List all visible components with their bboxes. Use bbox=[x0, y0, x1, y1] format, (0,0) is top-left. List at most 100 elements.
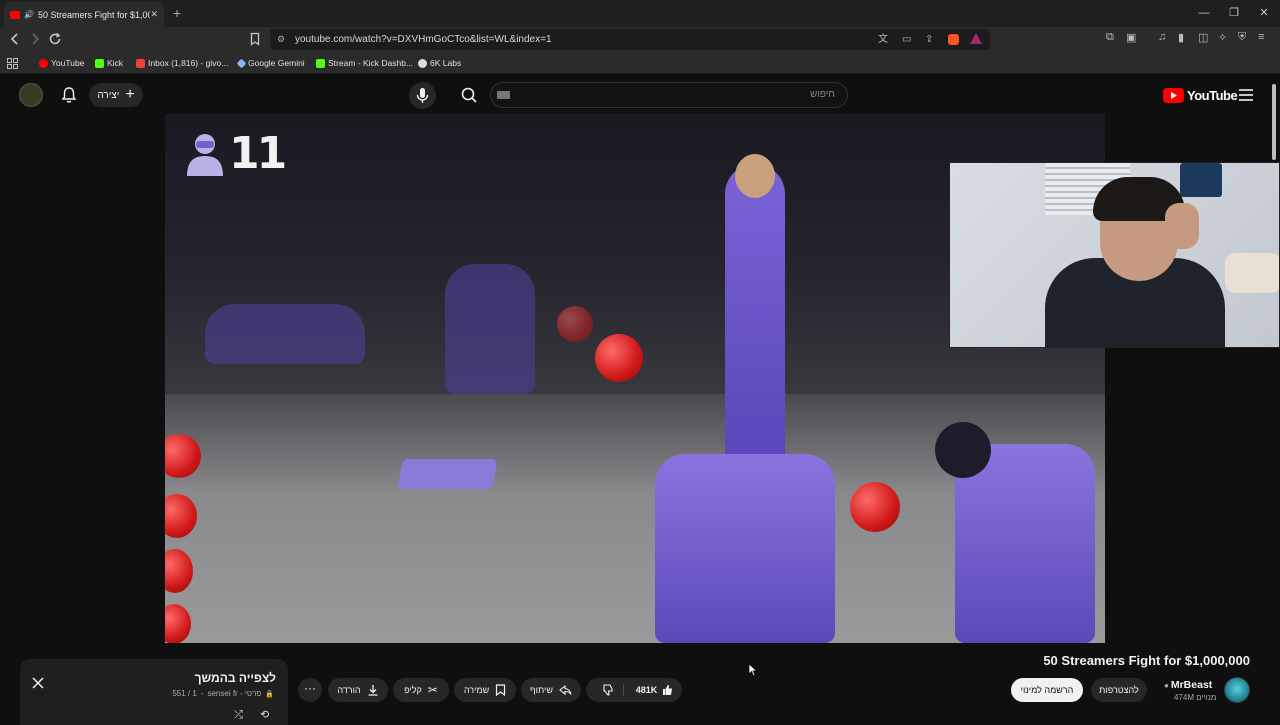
channel-name[interactable]: ● MrBeast bbox=[1164, 679, 1212, 691]
new-tab-button[interactable]: + bbox=[170, 4, 184, 22]
shuffle-icon[interactable]: ⤮ bbox=[234, 709, 248, 721]
minimize-button[interactable]: — bbox=[1194, 4, 1214, 22]
dodgeball bbox=[595, 334, 643, 382]
extensions-icon[interactable]: ⧉ bbox=[1106, 31, 1122, 47]
ai-assistant-icon[interactable]: ✧ bbox=[1218, 31, 1234, 47]
reload-icon[interactable] bbox=[47, 31, 63, 47]
bookmark-label: YouTube bbox=[51, 58, 85, 68]
translate-icon[interactable]: 文 bbox=[878, 29, 888, 50]
video-figure bbox=[205, 304, 365, 364]
kick-icon bbox=[316, 58, 325, 68]
brave-rewards-icon[interactable] bbox=[970, 33, 982, 44]
like-count: 481K bbox=[635, 685, 658, 695]
media-icon[interactable]: ♫ bbox=[1158, 31, 1174, 47]
bookmark-label: 6K Labs bbox=[430, 58, 462, 68]
channel-name-text: MrBeast bbox=[1170, 679, 1213, 691]
join-button[interactable]: להצטרפות bbox=[1091, 678, 1147, 702]
playlist-owner: sensei fr - פרטי bbox=[207, 689, 262, 698]
tab-close-icon[interactable]: ✕ bbox=[150, 9, 158, 20]
video-title: 50 Streamers Fight for $1,000,000 bbox=[1043, 653, 1250, 668]
webcam-poster bbox=[1180, 163, 1222, 197]
mouse-cursor-icon bbox=[748, 663, 758, 677]
video-info-area: לצפייה בהמשך 551 / 1 - sensei fr - פרטי … bbox=[0, 643, 1280, 725]
channel-avatar[interactable] bbox=[1224, 677, 1250, 703]
webcam-pillows bbox=[1225, 253, 1279, 293]
maximize-button[interactable]: ❐ bbox=[1224, 4, 1244, 22]
page-scrollbar[interactable] bbox=[1272, 84, 1276, 160]
download-button[interactable]: הורדה bbox=[328, 678, 388, 702]
playlist-title[interactable]: לצפייה בהמשך bbox=[195, 671, 276, 685]
like-button[interactable]: 481K bbox=[630, 684, 675, 696]
audio-playing-icon[interactable]: 🔊 bbox=[24, 10, 34, 19]
subscriber-count: 474M מנויים bbox=[1174, 693, 1217, 702]
dodgeball bbox=[557, 306, 593, 342]
bookmark-label: Kick bbox=[107, 58, 124, 68]
url-text: youtube.com/watch?v=DXVHmGoCTco&list=WL&… bbox=[295, 34, 552, 45]
brave-shield-icon[interactable] bbox=[948, 34, 959, 45]
bookmark-youtube[interactable]: YouTube bbox=[39, 56, 84, 70]
download-label: הורדה bbox=[337, 685, 361, 695]
verified-badge-icon: ● bbox=[1164, 681, 1169, 690]
voice-search-mic-icon[interactable] bbox=[409, 82, 436, 109]
youtube-favicon-icon bbox=[10, 10, 20, 19]
6k-labs-icon bbox=[418, 58, 427, 68]
search-icon[interactable] bbox=[452, 82, 486, 108]
clip-button[interactable]: קליפ ✂ bbox=[393, 678, 449, 702]
bookmark-label: Inbox (1,816) - givo... bbox=[148, 58, 229, 68]
account-avatar[interactable] bbox=[19, 83, 43, 107]
share-icon bbox=[559, 684, 572, 696]
wallet-icon[interactable]: ▣ bbox=[1126, 31, 1142, 47]
bookmark-label: Stream - Kick Dashb... bbox=[328, 58, 414, 68]
close-icon[interactable] bbox=[32, 677, 44, 689]
playlist-meta: 551 / 1 - sensei fr - פרטי 🔒 bbox=[172, 689, 274, 698]
share-page-icon[interactable]: ⇪ bbox=[925, 29, 933, 50]
browser-menu-icon[interactable]: ≡ bbox=[1258, 31, 1274, 47]
search-input[interactable]: חיפוש bbox=[490, 82, 848, 108]
bookmark-gmail[interactable]: Inbox (1,816) - givo... bbox=[136, 56, 228, 70]
share-button[interactable]: שיתוף bbox=[521, 678, 581, 702]
youtube-logo-text: YouTube bbox=[1187, 87, 1238, 103]
share-label: שיתוף bbox=[530, 685, 553, 695]
site-settings-icon[interactable]: ⚙ bbox=[277, 29, 285, 50]
subscribe-button[interactable]: הרשמה למינוי bbox=[1011, 678, 1083, 702]
close-window-button[interactable]: ✕ bbox=[1254, 4, 1274, 22]
kick-icon bbox=[95, 58, 104, 68]
forward-icon[interactable] bbox=[27, 31, 43, 47]
crypto-wallet-icon[interactable]: ◫ bbox=[1198, 31, 1214, 47]
dodgeball bbox=[850, 482, 900, 532]
notifications-bell-icon[interactable] bbox=[60, 86, 78, 104]
playlist-panel[interactable]: לצפייה בהמשך 551 / 1 - sensei fr - פרטי … bbox=[20, 659, 288, 725]
bookmark-gemini[interactable]: Google Gemini bbox=[236, 56, 305, 70]
apps-grid-icon[interactable] bbox=[7, 56, 18, 70]
more-actions-button[interactable]: ··· bbox=[298, 678, 322, 702]
gemini-icon bbox=[236, 58, 247, 68]
bookmark-kick-dashboard[interactable]: Stream - Kick Dashb... bbox=[316, 56, 413, 70]
gmail-icon bbox=[136, 58, 145, 68]
sidebar-icon[interactable]: ▮ bbox=[1178, 31, 1194, 47]
bookmark-6k-labs[interactable]: 6K Labs bbox=[418, 56, 461, 70]
video-floor-clothes bbox=[397, 459, 498, 489]
dislike-button[interactable] bbox=[594, 684, 624, 696]
bookmark-kick[interactable]: Kick bbox=[95, 56, 123, 70]
vpn-shield-icon[interactable]: ⛨ bbox=[1238, 31, 1254, 47]
join-label: להצטרפות bbox=[1099, 685, 1139, 695]
browser-tab[interactable]: 🔊 50 Streamers Fight for $1,000... ✕ bbox=[4, 2, 164, 27]
players-remaining-counter: 11 bbox=[185, 128, 287, 179]
thumbs-up-icon bbox=[663, 685, 673, 695]
playlist-position: 551 / 1 bbox=[172, 689, 197, 698]
hamburger-menu-icon[interactable] bbox=[1238, 88, 1254, 102]
plus-icon: + bbox=[125, 86, 135, 103]
download-icon bbox=[368, 685, 378, 696]
address-bar[interactable]: ⚙ youtube.com/watch?v=DXVHmGoCTco&list=W… bbox=[270, 29, 990, 50]
back-icon[interactable] bbox=[7, 31, 23, 47]
cast-icon[interactable]: ▭ bbox=[902, 29, 911, 50]
save-button[interactable]: שמירה bbox=[454, 678, 516, 702]
keyboard-icon[interactable] bbox=[497, 91, 510, 99]
create-button[interactable]: יצירה + bbox=[89, 83, 143, 107]
thumbs-down-icon bbox=[603, 684, 613, 696]
person-icon bbox=[187, 133, 223, 176]
bookmark-page-icon[interactable] bbox=[247, 31, 263, 47]
loop-icon[interactable]: ⟲ bbox=[260, 709, 274, 721]
search-placeholder: חיפוש bbox=[810, 89, 835, 100]
youtube-logo[interactable]: YouTube bbox=[1163, 87, 1238, 103]
